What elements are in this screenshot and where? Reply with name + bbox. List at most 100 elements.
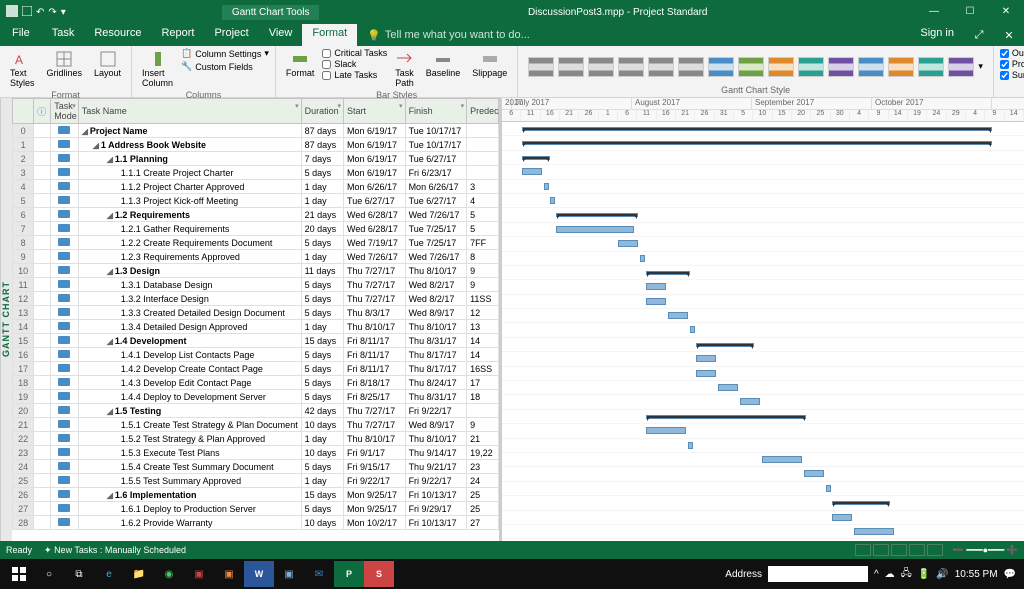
- save-icon[interactable]: [22, 6, 32, 19]
- info-cell[interactable]: [34, 320, 51, 334]
- row-number[interactable]: 12: [13, 292, 34, 306]
- task-bar[interactable]: [640, 255, 645, 262]
- info-cell[interactable]: [34, 432, 51, 446]
- pred-cell[interactable]: 18: [467, 390, 499, 404]
- finish-cell[interactable]: Thu 8/10/17: [405, 264, 467, 278]
- mode-cell[interactable]: [51, 124, 79, 138]
- start-cell[interactable]: Thu 8/10/17: [344, 320, 406, 334]
- collapse-icon[interactable]: ◢: [107, 267, 113, 276]
- task-name-cell[interactable]: 1.5.5 Test Summary Approved: [78, 474, 301, 488]
- info-cell[interactable]: [34, 250, 51, 264]
- task-name-cell[interactable]: 1.2.2 Create Requirements Document: [78, 236, 301, 250]
- row-number[interactable]: 27: [13, 502, 34, 516]
- format-button[interactable]: Format: [282, 48, 319, 80]
- cortana-icon[interactable]: ○: [34, 561, 64, 587]
- info-cell[interactable]: [34, 306, 51, 320]
- view-resource-sheet-icon[interactable]: [909, 544, 925, 556]
- table-row[interactable]: 10◢1.3 Design11 daysThu 7/27/17Thu 8/10/…: [13, 264, 499, 278]
- tab-resource[interactable]: Resource: [84, 24, 151, 46]
- finish-cell[interactable]: Thu 8/10/17: [405, 432, 467, 446]
- start-cell[interactable]: Fri 9/22/17: [344, 474, 406, 488]
- task-bar[interactable]: [522, 168, 542, 175]
- table-row[interactable]: 141.3.4 Detailed Design Approved1 dayThu…: [13, 320, 499, 334]
- info-cell[interactable]: [34, 334, 51, 348]
- duration-cell[interactable]: 20 days: [301, 222, 343, 236]
- row-number[interactable]: 20: [13, 404, 34, 418]
- duration-cell[interactable]: 21 days: [301, 208, 343, 222]
- style-swatch[interactable]: [798, 57, 824, 77]
- duration-cell[interactable]: 87 days: [301, 138, 343, 152]
- duration-cell[interactable]: 10 days: [301, 516, 343, 530]
- pred-cell[interactable]: 23: [467, 460, 499, 474]
- table-row[interactable]: 121.3.2 Interface Design5 daysThu 7/27/1…: [13, 292, 499, 306]
- gallery-more-icon[interactable]: ▾: [978, 61, 983, 72]
- col-info[interactable]: ⓘ: [34, 99, 51, 124]
- row-number[interactable]: 13: [13, 306, 34, 320]
- task-bar[interactable]: [646, 427, 686, 434]
- style-swatch[interactable]: [948, 57, 974, 77]
- insert-column-button[interactable]: Insert Column: [138, 48, 177, 90]
- project-summary-checkbox[interactable]: [1000, 60, 1009, 69]
- table-row[interactable]: 271.6.1 Deploy to Production Server5 day…: [13, 502, 499, 516]
- info-cell[interactable]: [34, 474, 51, 488]
- task-path-button[interactable]: Task Path: [391, 48, 418, 90]
- duration-cell[interactable]: 5 days: [301, 278, 343, 292]
- task-view-icon[interactable]: ⧉: [64, 561, 94, 587]
- app-icon[interactable]: ▣: [274, 561, 304, 587]
- summary-bar[interactable]: [556, 213, 638, 217]
- task-bar[interactable]: [688, 442, 693, 449]
- row-number[interactable]: 8: [13, 236, 34, 250]
- info-cell[interactable]: [34, 152, 51, 166]
- finish-cell[interactable]: Wed 8/2/17: [405, 292, 467, 306]
- start-cell[interactable]: Thu 7/27/17: [344, 404, 406, 418]
- task-bar[interactable]: [854, 528, 894, 535]
- finish-cell[interactable]: Thu 8/24/17: [405, 376, 467, 390]
- mode-cell[interactable]: [51, 306, 79, 320]
- tell-me-input[interactable]: 💡Tell me what you want to do...: [357, 24, 540, 46]
- mode-cell[interactable]: [51, 432, 79, 446]
- mode-cell[interactable]: [51, 320, 79, 334]
- onedrive-icon[interactable]: ☁: [885, 569, 895, 580]
- start-cell[interactable]: Wed 7/19/17: [344, 236, 406, 250]
- task-name-cell[interactable]: 1.4.3 Develop Edit Contact Page: [78, 376, 301, 390]
- finish-cell[interactable]: Fri 10/13/17: [405, 516, 467, 530]
- start-cell[interactable]: Mon 6/19/17: [344, 124, 406, 138]
- pred-cell[interactable]: 9: [467, 278, 499, 292]
- style-swatch[interactable]: [768, 57, 794, 77]
- mode-cell[interactable]: [51, 516, 79, 530]
- start-cell[interactable]: Fri 8/11/17: [344, 362, 406, 376]
- task-bar[interactable]: [740, 398, 760, 405]
- duration-cell[interactable]: 5 days: [301, 236, 343, 250]
- task-name-cell[interactable]: 1.1.1 Create Project Charter: [78, 166, 301, 180]
- pred-cell[interactable]: 5: [467, 222, 499, 236]
- info-cell[interactable]: [34, 348, 51, 362]
- summary-bar[interactable]: [646, 415, 806, 419]
- view-report-icon[interactable]: [927, 544, 943, 556]
- task-name-cell[interactable]: ◢1.6 Implementation: [78, 488, 301, 502]
- table-row[interactable]: 2◢1.1 Planning7 daysMon 6/19/17Tue 6/27/…: [13, 152, 499, 166]
- table-row[interactable]: 26◢1.6 Implementation15 daysMon 9/25/17F…: [13, 488, 499, 502]
- row-number[interactable]: 16: [13, 348, 34, 362]
- pred-cell[interactable]: 17: [467, 376, 499, 390]
- info-cell[interactable]: [34, 194, 51, 208]
- finish-cell[interactable]: Fri 9/22/17: [405, 474, 467, 488]
- task-name-cell[interactable]: ◢1.2 Requirements: [78, 208, 301, 222]
- duration-cell[interactable]: 1 day: [301, 474, 343, 488]
- task-bar[interactable]: [550, 197, 555, 204]
- start-cell[interactable]: Thu 8/10/17: [344, 432, 406, 446]
- table-row[interactable]: 111.3.1 Database Design5 daysThu 7/27/17…: [13, 278, 499, 292]
- pred-cell[interactable]: 14: [467, 334, 499, 348]
- table-row[interactable]: 20◢1.5 Testing42 daysThu 7/27/17Fri 9/22…: [13, 404, 499, 418]
- duration-cell[interactable]: 1 day: [301, 180, 343, 194]
- table-row[interactable]: 6◢1.2 Requirements21 daysWed 6/28/17Wed …: [13, 208, 499, 222]
- duration-cell[interactable]: 10 days: [301, 446, 343, 460]
- outline-number-checkbox[interactable]: [1000, 49, 1009, 58]
- info-cell[interactable]: [34, 264, 51, 278]
- close-secondary-icon[interactable]: ✕: [994, 29, 1024, 42]
- duration-cell[interactable]: 11 days: [301, 264, 343, 278]
- custom-fields-button[interactable]: 🔧 Custom Fields: [181, 61, 269, 72]
- mode-cell[interactable]: [51, 208, 79, 222]
- summary-bar[interactable]: [522, 156, 550, 160]
- pred-cell[interactable]: 9: [467, 418, 499, 432]
- row-number[interactable]: 24: [13, 460, 34, 474]
